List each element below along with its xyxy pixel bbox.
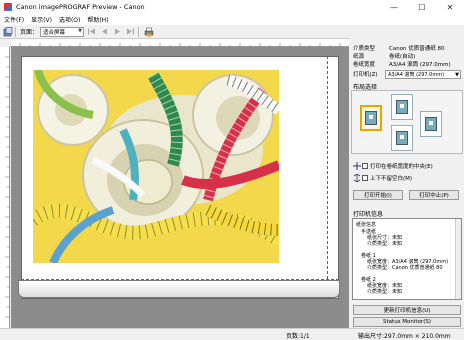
page-icon xyxy=(3,26,12,36)
status-bar: 页数:1/1 输出尺寸:297.0mm × 210.0mm xyxy=(0,328,464,340)
page-layout-icon xyxy=(365,111,377,125)
no-margin-checkbox-row[interactable]: 上下不留空白(M) xyxy=(353,174,412,182)
layout-selector xyxy=(351,90,463,154)
update-printer-info-button[interactable]: 更新打印机信息(U) xyxy=(353,305,461,315)
roll-paper-edge xyxy=(18,280,340,298)
roll-width-value: A3/A4 滚筒 (297.0mm) xyxy=(389,62,451,68)
measuring-tapes-image xyxy=(33,70,279,263)
menu-view[interactable]: 显示(V) xyxy=(31,15,52,24)
center-checkbox-row[interactable]: 打印在卷纸宽度的中央(E) xyxy=(353,162,433,170)
start-print-button[interactable]: 打印开始(I) xyxy=(353,190,403,200)
info-line: 介质类型：未知 xyxy=(367,241,403,247)
start-print-label: 打印开始(I) xyxy=(364,193,392,199)
layout-option-1[interactable] xyxy=(360,105,382,131)
menu-file[interactable]: 文件(F) xyxy=(4,15,24,24)
center-checkbox[interactable] xyxy=(362,163,368,169)
vertical-margin-icon xyxy=(353,174,361,182)
roll-source-row: 纸源 卷纸(自动) xyxy=(353,52,415,60)
layout-option-2[interactable] xyxy=(391,94,413,120)
page-layout-icon xyxy=(425,117,437,131)
preview-canvas[interactable] xyxy=(11,47,349,328)
media-type-label: 介质类型 xyxy=(353,46,376,52)
first-page-icon xyxy=(88,28,96,35)
minimize-button[interactable]: — xyxy=(380,0,408,14)
chevron-down-icon: ▼ xyxy=(455,72,459,78)
page-layout-icon xyxy=(396,131,408,145)
printer-info-title: 打印机信息 xyxy=(353,211,384,218)
zoom-label: 页面： xyxy=(20,29,39,36)
zoom-value: 适合屏幕 xyxy=(43,29,66,36)
chevron-down-icon: ▼ xyxy=(78,27,83,34)
info-line: 纸张信息 xyxy=(356,222,377,228)
last-page-icon xyxy=(127,28,135,35)
center-checkbox-label: 打印在卷纸宽度的中央(E) xyxy=(370,164,433,170)
status-monitor-label: Status Monitor(S) xyxy=(383,319,431,325)
next-page-icon xyxy=(115,28,121,35)
prev-page-icon xyxy=(102,28,108,35)
last-page-button[interactable] xyxy=(125,26,136,37)
printer-row: 打印机(Z) xyxy=(353,70,378,78)
menu-help[interactable]: 帮助(H) xyxy=(87,15,108,24)
ruler-ticks xyxy=(19,43,341,47)
toolbar-separator xyxy=(138,26,140,37)
printer-roll-select[interactable]: A3/A4 滚筒 (297.0mm) ▼ xyxy=(385,70,461,79)
status-monitor-button[interactable]: Status Monitor(S) xyxy=(353,317,461,327)
printer-icon xyxy=(144,27,153,36)
preview-image xyxy=(33,70,279,263)
menu-bar: 文件(F) 显示(V) 选项(O) 帮助(H) xyxy=(0,14,464,25)
preview-window: Canon imagePROGRAF Preview - Canon — ☐ ✕… xyxy=(0,0,464,340)
cancel-print-label: 打印中止(P) xyxy=(419,193,449,199)
close-icon: ✕ xyxy=(446,2,454,12)
no-margin-checkbox-label: 上下不留空白(M) xyxy=(370,176,413,182)
no-margin-checkbox[interactable] xyxy=(362,175,368,181)
update-printer-info-label: 更新打印机信息(U) xyxy=(383,308,431,314)
print-button[interactable] xyxy=(143,26,154,37)
printer-info-box[interactable]: 纸张信息 手送纸 纸张尺寸：未知 介质类型：未知 卷纸 1 纸张宽度：A3/A4… xyxy=(352,218,462,300)
prev-page-button[interactable] xyxy=(99,26,110,37)
info-line: 介质类型：未知 xyxy=(367,289,403,295)
ruler-ticks xyxy=(5,56,10,318)
maximize-button[interactable]: ☐ xyxy=(408,0,436,14)
next-page-button[interactable] xyxy=(112,26,123,37)
roll-width-row: 卷纸宽度 A3/A4 滚筒 (297.0mm) xyxy=(353,60,451,68)
printer-label: 打印机(Z) xyxy=(353,72,378,78)
page-layout-icon xyxy=(396,100,408,114)
layout-option-3[interactable] xyxy=(391,125,413,151)
toolbar-separator xyxy=(15,26,16,37)
roll-label: 纸源 xyxy=(353,54,365,60)
horizontal-ruler xyxy=(10,39,349,47)
first-page-button[interactable] xyxy=(86,26,97,37)
close-button[interactable]: ✕ xyxy=(436,0,464,14)
menu-options[interactable]: 选项(O) xyxy=(59,15,80,24)
window-title: Canon imagePROGRAF Preview - Canon xyxy=(16,3,145,11)
zoom-select[interactable]: 适合屏幕 ▼ xyxy=(40,26,85,37)
info-scrollbar[interactable] xyxy=(455,219,461,299)
toolbar: 页面： 适合屏幕 ▼ xyxy=(0,25,350,39)
vertical-ruler xyxy=(0,47,10,328)
maximize-icon: ☐ xyxy=(418,2,426,12)
media-type-row: 介质类型 Canon 优质普通纸 80 xyxy=(353,44,445,52)
printer-roll-value: A3/A4 滚筒 (297.0mm) xyxy=(388,72,445,78)
settings-panel: 介质类型 Canon 优质普通纸 80 纸源 卷纸(自动) 卷纸宽度 A3/A4 滚筒… xyxy=(351,39,464,328)
minimize-icon: — xyxy=(390,2,398,12)
app-icon xyxy=(4,3,12,11)
paper-preview xyxy=(21,56,339,299)
page-counter: 页数:1/1 xyxy=(286,333,310,340)
center-align-icon xyxy=(353,162,361,170)
cancel-print-button[interactable]: 打印中止(P) xyxy=(409,190,459,200)
page-setup-button[interactable] xyxy=(2,26,13,37)
title-bar: Canon imagePROGRAF Preview - Canon — ☐ ✕ xyxy=(0,0,464,14)
output-size: 输出尺寸:297.0mm × 210.0mm xyxy=(358,333,451,340)
margin-line-vertical xyxy=(327,56,328,279)
ruler-corner xyxy=(0,39,10,47)
roll-width-label: 卷纸宽度 xyxy=(353,62,376,68)
info-line: 介质类型：Canon 优质普通纸 80 xyxy=(367,265,443,271)
layout-option-4[interactable] xyxy=(420,111,442,137)
